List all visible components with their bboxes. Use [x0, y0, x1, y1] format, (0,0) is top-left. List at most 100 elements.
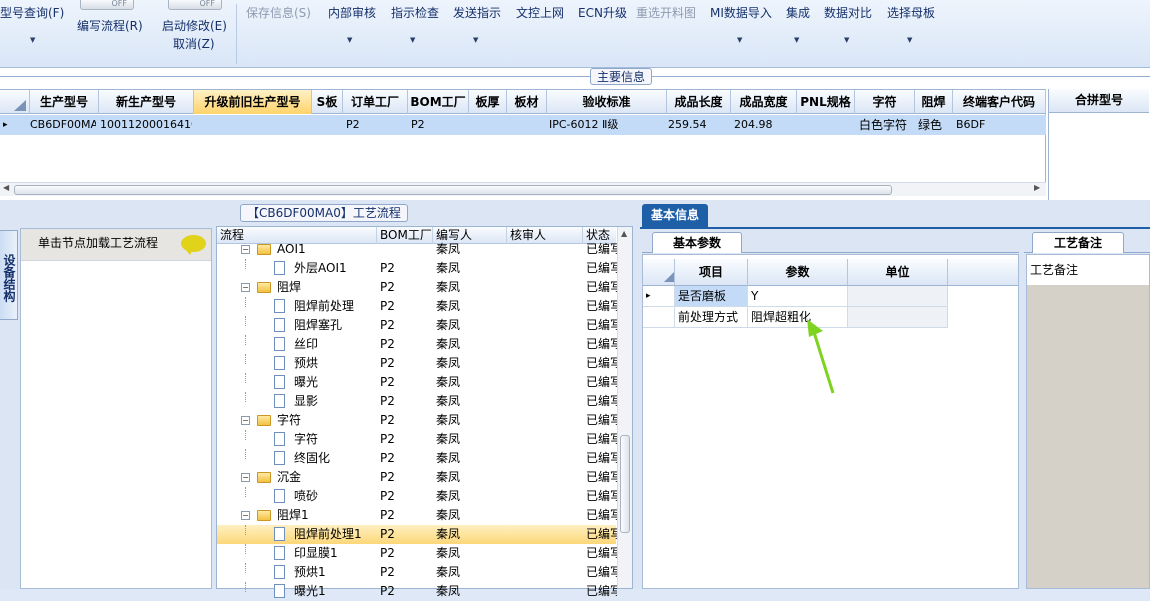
- tree-node-label[interactable]: AOI1: [277, 240, 375, 259]
- tree-node-label[interactable]: 阻焊前处理1: [294, 525, 375, 544]
- chevron-down-icon[interactable]: ▼: [844, 36, 849, 44]
- col-param[interactable]: 参数: [748, 259, 848, 286]
- tree-row[interactable]: − 阻焊1 P2 秦凤 已编写: [217, 506, 617, 525]
- chevron-down-icon[interactable]: ▼: [347, 36, 352, 44]
- collapse-icon[interactable]: −: [241, 245, 250, 254]
- col-character[interactable]: 字符: [855, 90, 915, 114]
- tree-row[interactable]: 曝光 P2 秦凤 已编写: [217, 373, 617, 392]
- col-unit[interactable]: 单位: [848, 259, 948, 286]
- tab-process-remarks[interactable]: 工艺备注: [1032, 232, 1124, 253]
- tree-row[interactable]: 终固化 P2 秦凤 已编写: [217, 449, 617, 468]
- table-cell[interactable]: P2: [408, 115, 469, 135]
- tree-node-label[interactable]: 阻焊塞孔: [294, 316, 375, 335]
- table-cell[interactable]: [194, 115, 312, 135]
- tree-node-label[interactable]: 阻焊前处理: [294, 297, 375, 316]
- write-flow-button[interactable]: 编写流程(R): [77, 17, 143, 34]
- tree-row[interactable]: 显影 P2 秦凤 已编写: [217, 392, 617, 411]
- chevron-down-icon[interactable]: ▼: [30, 36, 35, 44]
- chevron-down-icon[interactable]: ▼: [473, 36, 478, 44]
- integrate-button[interactable]: 集成: [786, 4, 810, 21]
- tree-row[interactable]: 丝印 P2 秦凤 已编写: [217, 335, 617, 354]
- param-unit-cell[interactable]: [848, 286, 948, 307]
- collapse-icon[interactable]: −: [241, 473, 250, 482]
- collapse-icon[interactable]: −: [241, 283, 250, 292]
- vertical-scrollbar[interactable]: ▲: [617, 227, 632, 588]
- param-item-cell[interactable]: 前处理方式: [675, 307, 748, 328]
- scroll-up-icon[interactable]: ▲: [621, 229, 627, 238]
- tree-row[interactable]: 印显膜1 P2 秦凤 已编写: [217, 544, 617, 563]
- tree-row[interactable]: 预烘1 P2 秦凤 已编写: [217, 563, 617, 582]
- tree-row[interactable]: 阻焊前处理 P2 秦凤 已编写: [217, 297, 617, 316]
- col-pnl-spec[interactable]: PNL规格: [797, 90, 855, 114]
- table-cell[interactable]: [469, 115, 507, 135]
- tree-node-label[interactable]: 显影: [294, 392, 375, 411]
- tree-row[interactable]: − 字符 P2 秦凤 已编写: [217, 411, 617, 430]
- chevron-down-icon[interactable]: ▼: [794, 36, 799, 44]
- tree-row[interactable]: − 阻焊 P2 秦凤 已编写: [217, 278, 617, 297]
- chevron-down-icon[interactable]: ▼: [410, 36, 415, 44]
- tree-node-label[interactable]: 曝光1: [294, 582, 375, 601]
- tree-node-label[interactable]: 曝光: [294, 373, 375, 392]
- param-item-cell[interactable]: 是否磨板: [675, 286, 748, 307]
- col-end-customer-code[interactable]: 终端客户代码: [953, 90, 1046, 114]
- collapse-icon[interactable]: −: [241, 511, 250, 520]
- tree-node-label[interactable]: 阻焊1: [277, 506, 375, 525]
- start-modify-toggle[interactable]: OFF: [168, 0, 222, 10]
- col-bom-factory[interactable]: BOM工厂: [408, 90, 469, 114]
- ecn-upgrade-button[interactable]: ECN升级: [578, 4, 627, 21]
- horizontal-scrollbar[interactable]: ◀ ▶: [0, 182, 1046, 196]
- tree-row[interactable]: 字符 P2 秦凤 已编写: [217, 430, 617, 449]
- col-board-material[interactable]: 板材: [507, 90, 547, 114]
- tree-row[interactable]: 预烘 P2 秦凤 已编写: [217, 354, 617, 373]
- col-product-width[interactable]: 成品宽度: [731, 90, 797, 114]
- instruction-check-button[interactable]: 指示检查: [391, 4, 439, 21]
- tree-row[interactable]: 阻焊前处理1 P2 秦凤 已编写: [217, 525, 617, 544]
- col-new-production-model[interactable]: 新生产型号: [99, 90, 194, 114]
- table-cell[interactable]: 白色字符: [856, 115, 916, 135]
- tree-row[interactable]: − 沉金 P2 秦凤 已编写: [217, 468, 617, 487]
- col-order-factory[interactable]: 订单工厂: [343, 90, 408, 114]
- tree-node-label[interactable]: 沉金: [277, 468, 375, 487]
- table-cell[interactable]: 204.98: [731, 115, 797, 135]
- col-solder-mask[interactable]: 阻焊: [915, 90, 953, 114]
- scroll-left-icon[interactable]: ◀: [3, 183, 9, 192]
- scrollbar-thumb[interactable]: [14, 185, 892, 195]
- col-item[interactable]: 项目: [675, 259, 748, 286]
- tree-node-label[interactable]: 预烘: [294, 354, 375, 373]
- col-board-thickness[interactable]: 板厚: [469, 90, 507, 114]
- node-load-tip[interactable]: 单击节点加载工艺流程: [21, 229, 211, 261]
- table-cell[interactable]: B6DF: [953, 115, 1046, 135]
- scroll-right-icon[interactable]: ▶: [1034, 183, 1040, 192]
- col-old-production-model[interactable]: 升级前旧生产型号: [194, 90, 312, 114]
- tree-node-label[interactable]: 喷砂: [294, 487, 375, 506]
- tree-node-label[interactable]: 外层AOI1: [294, 259, 375, 278]
- tree-row[interactable]: 外层AOI1 P2 秦凤 已编写: [217, 259, 617, 278]
- tree-node-label[interactable]: 丝印: [294, 335, 375, 354]
- param-unit-cell[interactable]: [848, 307, 948, 328]
- doc-control-online-button[interactable]: 文控上网: [516, 4, 564, 21]
- tab-basic-info[interactable]: 基本信息: [642, 204, 708, 228]
- table-cell[interactable]: [797, 115, 855, 135]
- col-s-board[interactable]: S板: [312, 90, 343, 114]
- internal-review-button[interactable]: 内部审核: [328, 4, 376, 21]
- col-production-model[interactable]: 生产型号: [30, 90, 99, 114]
- send-instruction-button[interactable]: 发送指示: [453, 4, 501, 21]
- tree-row[interactable]: 曝光1 P2 秦凤 已编写: [217, 582, 617, 601]
- mi-data-import-button[interactable]: MI数据导入: [710, 4, 772, 21]
- tree-node-label[interactable]: 印显膜1: [294, 544, 375, 563]
- select-mother-board-button[interactable]: 选择母板: [887, 4, 935, 21]
- side-tab-equipment-structure[interactable]: 设备结构: [0, 230, 18, 320]
- reselect-cutting-diagram-button[interactable]: 重选开料图: [636, 4, 696, 21]
- tree-node-label[interactable]: 阻焊: [277, 278, 375, 297]
- table-cell[interactable]: CB6DF00MA0: [27, 115, 96, 135]
- chevron-down-icon[interactable]: ▼: [907, 36, 912, 44]
- scrollbar-thumb[interactable]: [620, 435, 630, 533]
- tree-node-label[interactable]: 字符: [277, 411, 375, 430]
- table-cell[interactable]: IPC-6012 Ⅱ级: [546, 115, 666, 135]
- start-modify-button[interactable]: 启动修改(E): [162, 17, 227, 34]
- tab-basic-params[interactable]: 基本参数: [652, 232, 742, 253]
- table-row[interactable]: ▸ CB6DF00MA0 10011200016410 P2 P2 IPC-60…: [0, 115, 1046, 135]
- write-flow-toggle[interactable]: OFF: [80, 0, 134, 10]
- table-cell[interactable]: [312, 115, 343, 135]
- data-compare-button[interactable]: 数据对比: [824, 4, 872, 21]
